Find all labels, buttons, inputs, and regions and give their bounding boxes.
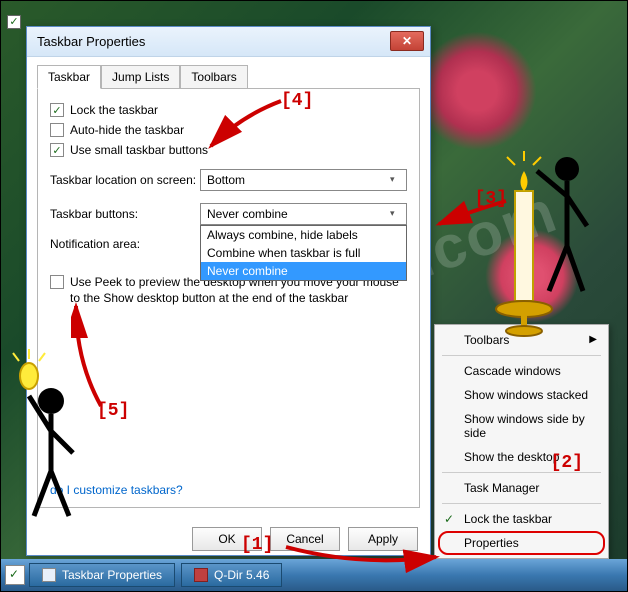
location-combobox[interactable]: Bottom ▾ <box>200 169 407 191</box>
small-buttons-label: Use small taskbar buttons <box>70 143 208 157</box>
apply-button[interactable]: Apply <box>348 527 418 551</box>
location-label: Taskbar location on screen: <box>50 173 200 187</box>
small-buttons-checkbox[interactable] <box>50 143 64 157</box>
stickfigure-idea-icon <box>9 341 99 531</box>
titlebar: Taskbar Properties ✕ <box>27 27 430 57</box>
taskbar-buttons-value: Never combine <box>207 207 288 221</box>
stray-checkbox[interactable]: ✓ <box>7 15 21 29</box>
menu-lock-taskbar[interactable]: ✓ Lock the taskbar <box>438 507 605 531</box>
autohide-checkbox[interactable] <box>50 123 64 137</box>
menu-showdesktop[interactable]: Show the desktop <box>438 445 605 469</box>
tab-taskbar[interactable]: Taskbar <box>37 65 101 89</box>
lock-taskbar-label: Lock the taskbar <box>70 103 158 117</box>
autohide-label: Auto-hide the taskbar <box>70 123 184 137</box>
stickfigure-candle-icon <box>477 131 597 371</box>
taskbar-buttons-dropdown: Always combine, hide labels Combine when… <box>200 225 407 281</box>
taskbar-button[interactable]: Taskbar Properties <box>29 563 175 587</box>
cancel-button[interactable]: Cancel <box>270 527 340 551</box>
tab-toolbars[interactable]: Toolbars <box>180 65 247 89</box>
menu-separator <box>442 503 601 504</box>
notification-area-label: Notification area: <box>50 237 200 251</box>
taskbar-button[interactable]: Q-Dir 5.46 <box>181 563 282 587</box>
start-button[interactable] <box>5 565 25 585</box>
taskbar-buttons-combobox[interactable]: Never combine ▾ Always combine, hide lab… <box>200 203 407 225</box>
tab-bar: Taskbar Jump Lists Toolbars <box>27 57 430 89</box>
menu-stacked[interactable]: Show windows stacked <box>438 383 605 407</box>
check-icon: ✓ <box>444 512 454 526</box>
taskbar: Taskbar Properties Q-Dir 5.46 <box>1 559 627 591</box>
ok-button[interactable]: OK <box>192 527 262 551</box>
location-value: Bottom <box>207 173 245 187</box>
menu-taskmanager[interactable]: Task Manager <box>438 476 605 500</box>
dropdown-option[interactable]: Combine when taskbar is full <box>201 244 406 262</box>
menu-properties[interactable]: Properties <box>438 531 605 555</box>
lock-taskbar-checkbox[interactable] <box>50 103 64 117</box>
chevron-down-icon: ▾ <box>390 174 402 186</box>
close-icon: ✕ <box>402 34 412 48</box>
close-button[interactable]: ✕ <box>390 31 424 51</box>
dropdown-option-selected[interactable]: Never combine <box>201 262 406 280</box>
menu-sidebyside[interactable]: Show windows side by side <box>438 407 605 445</box>
dropdown-option[interactable]: Always combine, hide labels <box>201 226 406 244</box>
app-icon <box>194 568 208 582</box>
tab-jumplists[interactable]: Jump Lists <box>101 65 180 89</box>
chevron-down-icon: ▾ <box>390 208 402 220</box>
taskbar-buttons-label: Taskbar buttons: <box>50 207 200 221</box>
menu-separator <box>442 472 601 473</box>
window-icon <box>42 568 56 582</box>
dialog-title: Taskbar Properties <box>37 34 145 49</box>
peek-checkbox[interactable] <box>50 275 64 289</box>
